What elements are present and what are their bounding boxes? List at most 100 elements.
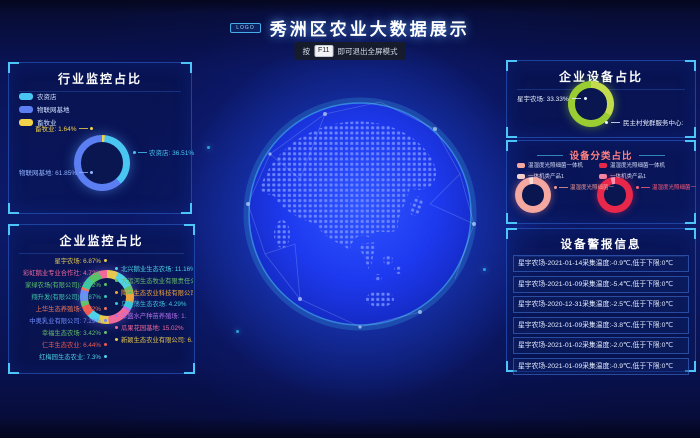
label-text: 星宇农场: 6.87% (54, 256, 101, 265)
alarm-row: 星宇农场-2021-01-09采集温度:-0.9℃,低于下限:0℃ (513, 358, 689, 375)
f11-key-badge: F11 (314, 45, 334, 57)
callout-line (79, 172, 88, 173)
label-text: 乌桥荡生态农场: 4.29% (121, 299, 186, 308)
label-text: 彩虹鹅业专业合作社: 4.72% (23, 268, 101, 277)
label-text: 家绿农场(有限公司): 7.72% (25, 280, 101, 289)
device-chart-label-left: 星宇农场: 33.33% (517, 93, 587, 103)
page-title: 秀洲区农业大数据展示 (270, 15, 470, 40)
alarm-row: 星宇农场-2020-12-31采集温度:-2.5℃,低于下限:0℃ (513, 296, 689, 313)
industry-donut-chart[interactable] (74, 135, 130, 191)
panel-corner (685, 60, 696, 71)
panel-corner (506, 60, 517, 71)
label-text: 瓜果花园基地: 15.02% (121, 323, 184, 332)
callout-dot (584, 97, 587, 100)
hint-suffix: 即可退出全屏模式 (338, 46, 398, 57)
globe-graphic (230, 84, 490, 344)
panel-corner (181, 62, 192, 73)
enterprise-label: 瓜果花园基地: 15.02% (115, 323, 193, 332)
legend-swatch (19, 119, 33, 126)
enterprise-label: 新颖生态农业有限公司: 6.87% (115, 335, 193, 344)
label-dot (115, 291, 118, 294)
title-line (639, 155, 665, 156)
background-dot (207, 146, 210, 149)
enterprise-label: 幸福生态农场: 3.42% (11, 328, 107, 337)
header: LOGO 秀洲区农业大数据展示 (0, 15, 700, 40)
callout-line (559, 187, 568, 188)
alarm-row: 星宇农场-2021-01-09采集温度:-3.8℃,低于下限:0℃ (513, 317, 689, 334)
brand-badge: LOGO (230, 23, 260, 33)
callout-dot (605, 121, 608, 124)
enterprise-label: 红梅园生态农业: 7.3% (11, 352, 107, 361)
enterprise-label: 家绿农场(有限公司): 7.72% (11, 280, 107, 289)
label-text: 北兴鹅业生态农场: 11.16% (121, 264, 193, 273)
label-dot (104, 259, 107, 262)
label-text: 陶门生态农业科技有限公司 (121, 288, 193, 297)
enterprise-label: 星宇农场: 6.87% (11, 256, 107, 265)
label-dot (115, 267, 118, 270)
callout-text: 物联网基地: 61.85% (19, 167, 77, 177)
legend-swatch (599, 174, 607, 179)
chart-callout: 畜牧业: 1.64% (35, 123, 93, 133)
class-chart-callout: 温湿度光照细菌一 (636, 183, 696, 191)
panel-corner (184, 363, 195, 374)
alarm-row: 星宇农场-2021-01-02采集温度:-2.0℃,低于下限:0℃ (513, 337, 689, 354)
section-title: 设备分类占比 (507, 148, 695, 162)
callout-text: 农资店: 36.51% (149, 147, 194, 157)
legend-item: 温湿度光照细菌一体机 (599, 161, 665, 169)
label-dot (104, 319, 107, 322)
panel-alarms: 设备警报信息 星宇农场-2021-01-14采集温度:-0.9℃,低于下限:0℃… (506, 228, 696, 372)
bottom-band (0, 418, 700, 438)
label-text: 大运河生态牧业有限责任公 (121, 276, 193, 285)
panel-corner (181, 203, 192, 214)
label-dot (104, 355, 107, 358)
label-text: 仁丰生态农业: 6.44% (42, 340, 101, 349)
legend-label: 温湿度光照细菌一体机 (610, 161, 665, 169)
enterprise-label: 陶门生态农业科技有限公司 (115, 288, 193, 297)
class-donut-chart-1[interactable] (515, 177, 551, 213)
panel-enterprise-monitor: 企业监控占比 星宇农场: 6.87% 彩虹鹅业专业合作社: 4.72% 家绿农场(有… (8, 224, 195, 374)
legend-swatch (599, 163, 607, 168)
label-text: 上华生态养殖场: 1.72% (36, 304, 101, 313)
callout-dot (133, 151, 136, 154)
callout-line (572, 98, 581, 99)
panel-device-class: 设备分类占比 温湿度光照细菌一体机一体机类产品1 温湿度光照细菌一体机一体机类产… (506, 140, 696, 224)
panel-corner (184, 224, 195, 235)
hint-prefix: 按 (302, 46, 310, 57)
panel-corner (685, 127, 696, 138)
panel-corner (506, 228, 517, 239)
class-chart-callout: 温湿度光照细菌一 (554, 183, 614, 191)
section-title-text: 设备分类占比 (569, 148, 632, 162)
panel-title: 设备警报信息 (517, 229, 685, 257)
callout-line (641, 187, 650, 188)
enterprise-label: 翔升发(有限公司): 6.87% (11, 292, 107, 301)
callout-dot (90, 127, 93, 130)
legend-label: 物联网基地 (37, 104, 70, 114)
label-dot (104, 307, 107, 310)
enterprise-label: 大运河生态牧业有限责任公 (115, 276, 193, 285)
enterprise-label: 仁丰生态农业: 6.44% (11, 340, 107, 349)
callout-dot (636, 186, 639, 189)
legend-swatch (517, 174, 525, 179)
label-dot (115, 338, 118, 341)
title-line (537, 155, 563, 156)
fullscreen-hint: 按 F11 即可退出全屏模式 (294, 42, 405, 60)
label-dot (115, 279, 118, 282)
legend-item: 温湿度光照细菌一体机 (517, 161, 583, 169)
dashboard: LOGO 秀洲区农业大数据展示 按 F11 即可退出全屏模式 行业监控占比 农资… (0, 0, 700, 438)
legend-swatch (19, 93, 33, 100)
callout-line (79, 128, 88, 129)
panel-corner (8, 62, 19, 73)
label-text: 星宇农场: 33.33% (517, 93, 569, 103)
enterprise-label: 彩虹鹅业专业合作社: 4.72% (11, 268, 107, 277)
panel-corner (685, 213, 696, 224)
label-dot (104, 295, 107, 298)
legend-swatch (19, 106, 33, 113)
legend-item: 农资店 (19, 91, 70, 101)
alarm-row: 星宇农场-2021-01-14采集温度:-0.9℃,低于下限:0℃ (513, 255, 689, 272)
panel-title: 企业监控占比 (19, 225, 184, 254)
callout-line (611, 122, 620, 123)
panel-corner (506, 213, 517, 224)
panel-title: 行业监控占比 (19, 63, 181, 92)
panel-corner (8, 363, 19, 374)
label-text: 翔升发(有限公司): 6.87% (31, 292, 101, 301)
